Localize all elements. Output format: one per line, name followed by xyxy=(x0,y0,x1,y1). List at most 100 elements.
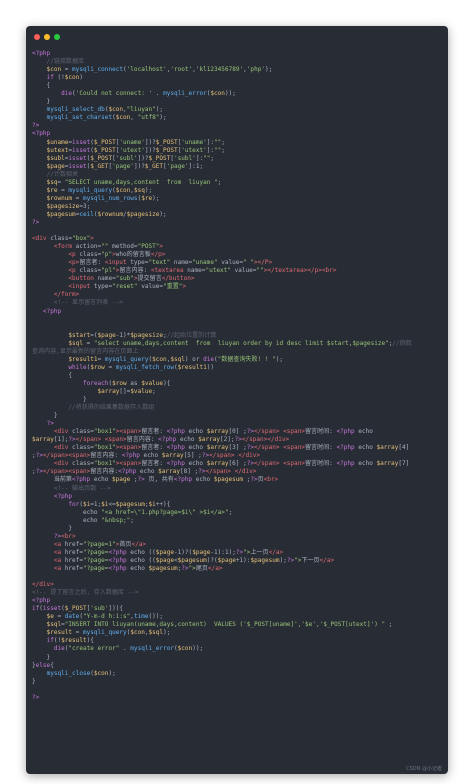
code-token: $array xyxy=(32,387,120,395)
code-token: "?page= xyxy=(82,548,109,556)
code-token: foreach xyxy=(82,379,109,387)
code-token: $utext xyxy=(32,146,69,154)
code-token: , xyxy=(130,114,138,122)
code-token: ()); xyxy=(148,613,164,621)
code-token: $pagesize xyxy=(130,331,164,339)
code-token: "?page=1" xyxy=(82,540,116,548)
code-token: "> xyxy=(188,565,196,572)
code-token: $uname xyxy=(32,138,69,146)
code-token: +1): xyxy=(235,556,251,564)
code-token: <?php xyxy=(32,597,51,605)
code-token: echo xyxy=(126,565,149,572)
code-token: echo xyxy=(184,444,207,452)
code-token: )); xyxy=(192,645,204,653)
code-token: <?php xyxy=(71,476,91,484)
code-token: $page xyxy=(155,556,174,564)
code-token: $i xyxy=(148,500,156,508)
code-token: </span> <span> xyxy=(254,428,305,436)
code-token: <?php xyxy=(166,444,185,452)
code-token: 留言者: xyxy=(79,259,105,267)
code-token: type= xyxy=(126,259,149,267)
code-token: echo xyxy=(184,460,207,468)
code-token: "utf8" xyxy=(137,114,160,122)
code-token: ><span> xyxy=(115,460,142,468)
code-token: $con xyxy=(93,669,109,677)
code-token: ; xyxy=(221,146,225,154)
code-line: foreach($row as $value){ xyxy=(32,380,444,388)
code-token: { xyxy=(50,661,54,669)
code-token: $_POST xyxy=(64,605,87,613)
code-token: </span> </div> xyxy=(205,468,257,476)
code-token: 留言时间: xyxy=(304,444,337,452)
code-line: $result1= mysqli_query($con,$sql) or die… xyxy=(32,356,444,364)
code-token: <br> xyxy=(61,532,76,540)
code-token: $result1 xyxy=(32,355,98,363)
code-token: ); xyxy=(152,194,160,202)
code-token: href= xyxy=(61,565,83,572)
code-line: $subl=isset($_POST['subl'])?$_POST['subl… xyxy=(32,155,444,163)
code-token: if xyxy=(46,74,54,82)
code-token: "box1" xyxy=(93,460,116,468)
code-token: $row xyxy=(90,363,105,371)
code-line: $re = mysqli_query($con,$sq); xyxy=(32,187,444,195)
code-line: <!-- 显示留言列表 --> xyxy=(32,299,444,307)
code-token: $row xyxy=(112,379,127,387)
code-token: $con xyxy=(210,90,225,98)
code-token: $_POST xyxy=(90,154,113,162)
code-token: 查询内容,显示最新的留言内容在页面上 xyxy=(32,347,139,355)
code-token: $pagesum xyxy=(148,565,178,572)
code-token: class= xyxy=(68,444,94,452)
code-token: ceil xyxy=(79,210,94,218)
code-token: -1)?( xyxy=(173,548,193,556)
code-token: 'utext' xyxy=(119,146,145,154)
code-token: $result xyxy=(32,629,73,637)
code-token: $page xyxy=(32,162,65,170)
code-line: $sql="INSERT INTO liuyan(uname,days,cont… xyxy=(32,621,444,629)
code-token: ; xyxy=(221,138,225,146)
code-token: $array xyxy=(206,460,229,468)
code-token: echo xyxy=(139,452,162,460)
code-token: $sql xyxy=(32,339,83,347)
code-token: $_GET xyxy=(144,162,164,170)
code-token: . xyxy=(119,645,131,653)
code-token: </a> xyxy=(131,540,147,548)
code-line: $uname=isset($_POST['uname'])?$_POST['un… xyxy=(32,139,444,147)
code-line: <form action="" method="POST"> xyxy=(32,243,444,251)
code-token: > xyxy=(182,283,187,291)
code-token: ]: xyxy=(206,146,215,154)
code-token: 留言内容: xyxy=(90,468,119,476)
code-token: [3] ; xyxy=(228,444,247,452)
code-token: ); xyxy=(163,629,171,637)
code-token: isset xyxy=(68,162,87,170)
code-token: <?php xyxy=(336,444,355,452)
code-token: 首页 xyxy=(119,540,132,548)
code-token: "liuyan" xyxy=(126,106,156,114)
maximize-icon[interactable] xyxy=(54,34,60,40)
code-line: mysqli_close($con); xyxy=(32,670,444,678)
code-line: for($i=1;$i<=$pagesum;$i++){ xyxy=(32,501,444,509)
code-token: $con xyxy=(115,186,131,194)
code-line: } xyxy=(32,412,444,420)
code-token: as xyxy=(126,379,142,387)
code-token: } xyxy=(32,412,58,420)
code-token: value= xyxy=(230,267,257,275)
close-icon[interactable] xyxy=(34,34,40,40)
code-token: ?> xyxy=(35,468,43,476)
code-token: "POST" xyxy=(137,243,160,251)
code-token: -1):1); xyxy=(210,548,236,556)
code-token: ){ xyxy=(86,637,94,645)
code-token: href= xyxy=(61,540,83,548)
code-token: <div xyxy=(53,460,69,468)
code-token: ><span> xyxy=(115,428,142,436)
code-token: { xyxy=(32,82,51,90)
code-line: if(isset($_POST['sub'])){ xyxy=(32,605,444,613)
minimize-icon[interactable] xyxy=(44,34,50,40)
code-block: <?php //链接数据库 $con = mysqli_connect('loc… xyxy=(32,50,444,768)
code-token: 留言内容: xyxy=(119,267,151,275)
code-line: <a href="?page=<?php echo $pagesum;?>">尾… xyxy=(32,565,444,573)
code-token: die xyxy=(61,90,73,98)
